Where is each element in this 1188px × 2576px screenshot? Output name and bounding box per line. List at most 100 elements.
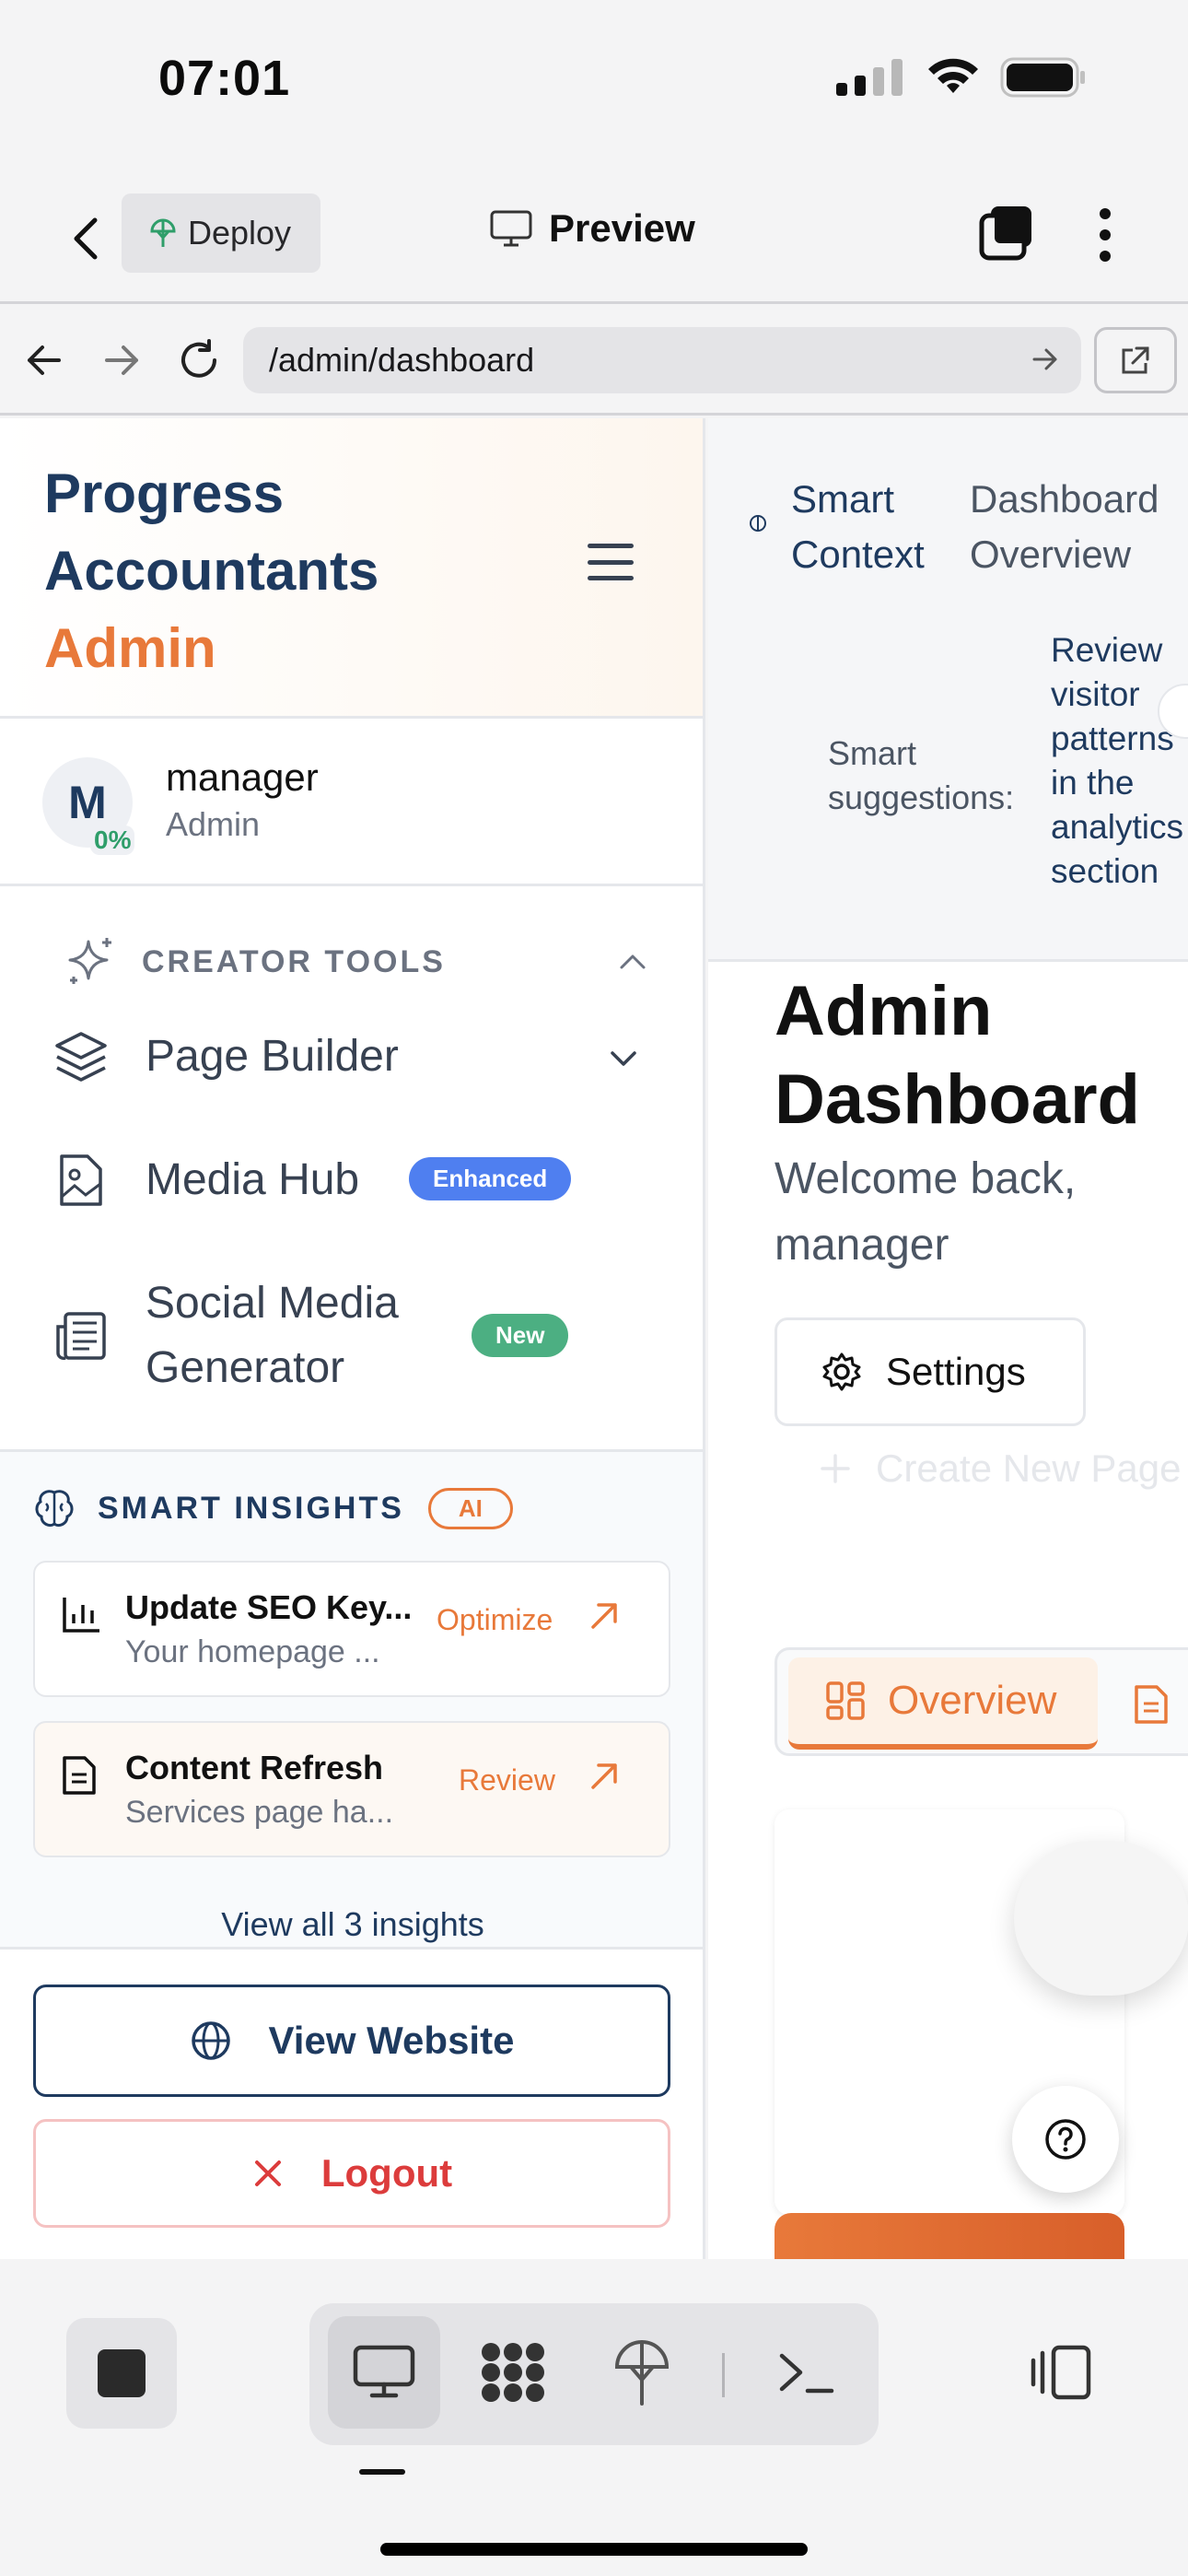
arrow-up-right-icon[interactable] [588,1760,621,1793]
suggestion-line: analytics [1051,808,1183,846]
dashboard-tabs: Overview [775,1647,1188,1756]
user-profile[interactable]: M 0% manager Admin [0,719,703,886]
suggestion-text[interactable]: Review visitor patterns in the analytics… [1051,628,1188,894]
smart-insights-section: SMART INSIGHTS AI Update SEO Key... Your… [0,1452,703,1950]
welcome-line1: Welcome back, [775,1154,1077,1203]
status-bar: 07:01 [0,0,1188,157]
creator-tools-header[interactable]: CREATOR TOOLS [64,932,654,991]
ai-badge: AI [427,1487,513,1529]
context-page-line1: Dashboard [970,477,1159,521]
layers-icon [52,1027,111,1086]
page-title-line1: Admin [775,972,993,1050]
hamburger-menu-icon[interactable] [588,544,634,580]
insight-description: Your homepage ... [125,1634,380,1669]
settings-button[interactable]: Settings [775,1317,1086,1426]
help-button[interactable] [1012,2086,1119,2193]
insight-title: Content Refresh [125,1749,384,1786]
smart-context-label: Smart Context [791,472,948,582]
view-all-insights-link[interactable]: View all 3 insights [0,1905,703,1944]
tab-overview[interactable]: Overview [788,1657,1098,1750]
enhanced-badge: Enhanced [409,1157,572,1200]
insight-description: Services page ha... [125,1795,394,1830]
brain-icon [35,1490,74,1528]
globe-icon [191,2021,230,2060]
gear-icon [822,1352,861,1391]
welcome-message: Welcome back, manager [775,1146,1143,1279]
brain-small-icon [750,515,766,532]
wifi-icon [928,58,978,93]
document-icon [63,1756,96,1795]
action-banner[interactable] [775,2213,1124,2259]
url-input[interactable]: /admin/dashboard [243,327,1081,393]
sidebar: Progress Accountants Admin M 0% manager … [0,418,705,2259]
panel-toggle-icon[interactable] [1028,2344,1094,2401]
stop-icon [98,2349,146,2397]
settings-label: Settings [886,1350,1026,1393]
browser-forward-button[interactable] [96,334,147,386]
desktop-view-button[interactable] [328,2316,440,2429]
tabs-icon[interactable] [978,203,1037,262]
deploy-tab-button[interactable] [586,2316,698,2429]
suggestion-line: Review [1051,631,1163,669]
insight-card-seo[interactable]: Update SEO Key... Your homepage ... Opti… [33,1561,670,1697]
deploy-button[interactable]: Deploy [122,193,320,273]
brand-admin-label: Admin [44,617,216,679]
create-new-page-label: Create New Page [876,1446,1182,1490]
card-placeholder [1014,1841,1188,1996]
help-icon [1045,2119,1086,2160]
reload-button[interactable] [173,334,225,386]
deploy-icon [150,218,176,247]
preview-label: Preview [549,206,695,250]
brand-header: Progress Accountants Admin [0,418,703,719]
chevron-up-icon[interactable] [617,945,648,977]
reload-icon [181,339,216,378]
image-file-icon [52,1151,111,1210]
url-text: /admin/dashboard [269,341,535,379]
smart-suggestions-label: Smart suggestions: [828,732,1040,820]
deploy-label: Deploy [188,214,292,252]
brand-name-line1: Progress [44,463,285,524]
tool-label-social-media-line1: Social Media [146,1279,399,1328]
tool-item-social-media-generator[interactable]: Social Media Generator New [52,1271,659,1400]
home-indicator[interactable] [380,2543,808,2556]
external-link-icon [1122,346,1149,374]
chevron-left-icon [74,217,98,260]
view-website-button[interactable]: View Website [33,1985,670,2097]
tool-label-social-media-line2: Generator [146,1343,345,1392]
grid-blobs-icon [482,2343,544,2402]
tool-item-media-hub[interactable]: Media Hub Enhanced [52,1148,659,1212]
main-content: Smart Context Dashboard Overview Smart s… [708,418,1188,2259]
document-tab-icon[interactable] [1133,1683,1170,1726]
back-button[interactable] [57,208,112,269]
tool-item-page-builder[interactable]: Page Builder [52,1025,659,1089]
workflow-button[interactable] [457,2316,569,2429]
terminal-button[interactable] [750,2316,862,2429]
browser-bar: /admin/dashboard [0,307,1188,416]
go-arrow-icon[interactable] [1031,345,1059,373]
open-external-button[interactable] [1094,327,1177,393]
arrow-right-icon [105,345,138,375]
bar-chart-icon [63,1598,99,1633]
logout-label: Logout [320,2151,453,2195]
browser-back-button[interactable] [18,334,70,386]
bottom-toolbar [0,2259,1188,2576]
welcome-line2: manager [775,1221,949,1270]
chevron-down-icon[interactable] [608,1043,639,1074]
more-options-icon[interactable] [1087,203,1124,267]
create-new-page-button[interactable]: Create New Page [819,1446,1182,1491]
arrow-up-right-icon[interactable] [588,1599,621,1633]
logout-button[interactable]: Logout [33,2119,670,2228]
smart-insights-header: SMART INSIGHTS AI [33,1487,513,1529]
battery-icon [1000,57,1085,98]
insight-card-content-refresh[interactable]: Content Refresh Services page ha... Revi… [33,1721,670,1857]
review-action[interactable]: Review [459,1763,555,1797]
view-switcher [309,2303,879,2445]
stop-button[interactable] [66,2318,177,2429]
context-page-line2: Overview [970,533,1132,576]
monitor-icon [490,210,532,247]
arrow-left-icon [28,345,61,375]
insight-title: Update SEO Key... [125,1588,413,1626]
suggestion-line: section [1051,852,1159,890]
optimize-action[interactable]: Optimize [437,1603,553,1637]
creator-tools-label: CREATOR TOOLS [142,943,446,979]
